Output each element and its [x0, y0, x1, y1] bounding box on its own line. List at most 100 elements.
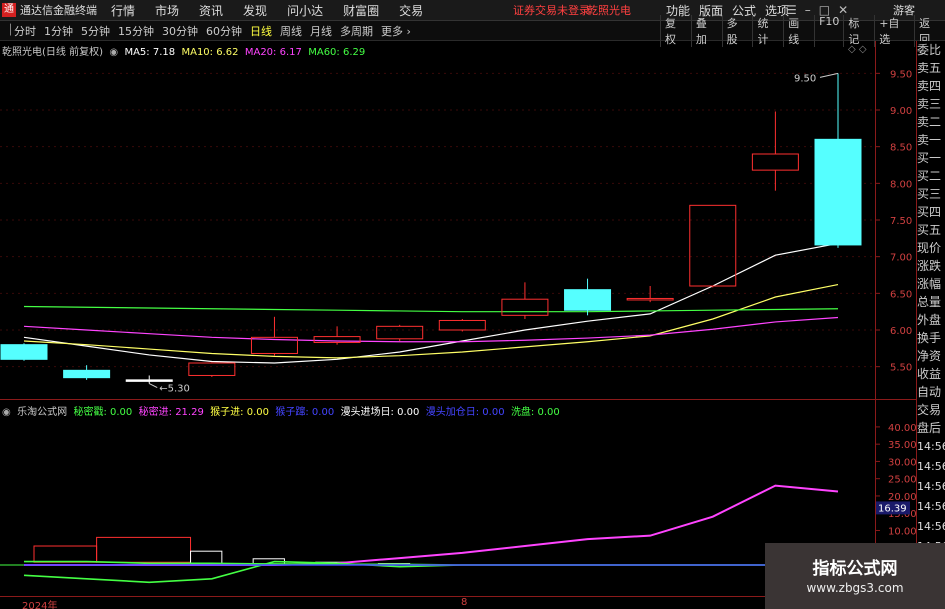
- watermark-title: 指标公式网: [812, 559, 898, 579]
- candlestick[interactable]: [188, 362, 236, 377]
- menu-item-news[interactable]: 资讯: [199, 2, 223, 19]
- login-notice[interactable]: 证券交易未登录: [513, 2, 590, 18]
- candle-body: [0, 344, 48, 360]
- side-panel-item[interactable]: 卖三: [917, 95, 945, 113]
- price-tick-label: 9.50: [890, 69, 912, 80]
- period-daily[interactable]: 日线: [250, 23, 272, 39]
- period-60min[interactable]: 60分钟: [206, 23, 242, 39]
- candlestick[interactable]: [0, 343, 48, 361]
- chevron-right-icon: ›: [403, 24, 411, 38]
- price-axis: 9.50 9.00 8.50 8.00 7.50 7.00 6.50 6.00 5.50: [876, 69, 912, 374]
- watermark-badge: 指标公式网 www.zbgs3.com: [765, 543, 945, 609]
- side-panel-item[interactable]: 买三: [917, 185, 945, 203]
- menu-item-trade[interactable]: 交易: [399, 2, 423, 19]
- price-tick-label: 9.00: [890, 106, 912, 117]
- price-tick-label: 8.00: [890, 179, 912, 190]
- side-panel-mode[interactable]: 自动: [917, 383, 945, 401]
- candle-body: [626, 297, 674, 301]
- candle-body: [814, 138, 862, 246]
- high-marker-line: [819, 72, 839, 78]
- side-panel-item[interactable]: 买二: [917, 167, 945, 185]
- indicator-title: 乐淘公式网: [17, 407, 68, 418]
- candlestick-chart[interactable]: 9.50 ←5.30 ◇ ◇: [0, 41, 875, 399]
- side-panel-item[interactable]: 涨跌: [917, 257, 945, 275]
- side-panel-item[interactable]: 委比: [917, 41, 945, 59]
- price-tick-label: 8.50: [890, 143, 912, 154]
- toolbar-toggle-icon[interactable]: ▕: [0, 25, 14, 36]
- candlestick[interactable]: [751, 111, 799, 191]
- price-tick-label: 7.50: [890, 216, 912, 227]
- candlestick[interactable]: [501, 282, 549, 319]
- candle-body: [188, 362, 236, 376]
- side-panel-item[interactable]: 买五: [917, 221, 945, 239]
- price-tick-label: 6.00: [890, 326, 912, 337]
- indicator-item: 漫头进场日: 0.00: [340, 407, 420, 418]
- period-toolbar: ▕ 分时 1分钟 5分钟 15分钟 30分钟 60分钟 日线 周线 月线 多周期…: [0, 14, 945, 47]
- period-15min[interactable]: 15分钟: [118, 23, 154, 39]
- indicator-tick-label: 30.00: [888, 457, 916, 468]
- side-panel-item[interactable]: 涨幅: [917, 275, 945, 293]
- side-panel-item[interactable]: 卖四: [917, 77, 945, 95]
- candlestick[interactable]: [626, 286, 674, 303]
- candlestick[interactable]: [63, 365, 111, 380]
- indicator-item: 洗盘: 0.00: [510, 407, 560, 418]
- watermark-url: www.zbgs3.com: [806, 581, 904, 595]
- side-panel-item[interactable]: 总量: [917, 293, 945, 311]
- side-panel-mode[interactable]: 交易: [917, 401, 945, 419]
- menu-item-wealth[interactable]: 财富圈: [343, 2, 379, 19]
- indicator-chart[interactable]: [0, 418, 875, 596]
- candlestick[interactable]: [814, 73, 862, 248]
- menu-item-market[interactable]: 市场: [155, 2, 179, 19]
- side-panel-item[interactable]: 净资: [917, 347, 945, 365]
- period-30min[interactable]: 30分钟: [162, 23, 198, 39]
- candle-body: [438, 319, 486, 331]
- low-marker-line: [149, 383, 158, 388]
- candlestick[interactable]: [250, 316, 298, 356]
- candlestick[interactable]: [438, 319, 486, 332]
- indicator-dropdown-icon[interactable]: ◉: [2, 407, 14, 418]
- ma-line-ma5: [23, 242, 839, 364]
- side-panel-item[interactable]: 收益: [917, 365, 945, 383]
- period-intraday[interactable]: 分时: [14, 23, 36, 39]
- side-panel-item[interactable]: 卖一: [917, 131, 945, 149]
- menu-item-quotes[interactable]: 行情: [111, 2, 135, 19]
- candlestick[interactable]: [376, 324, 424, 341]
- menu-item-discover[interactable]: 发现: [243, 2, 267, 19]
- side-panel-item[interactable]: 外盘: [917, 311, 945, 329]
- candlestick[interactable]: [564, 278, 612, 316]
- side-panel-item[interactable]: 买一: [917, 149, 945, 167]
- indicator-item: 漫头加仓日: 0.00: [425, 407, 505, 418]
- period-5min[interactable]: 5分钟: [81, 23, 110, 39]
- side-panel-mode[interactable]: 盘后: [917, 419, 945, 437]
- price-tick-label: 6.50: [890, 289, 912, 300]
- side-panel-time: 14:56: [917, 480, 945, 493]
- side-panel-item[interactable]: 卖五: [917, 59, 945, 77]
- app-title: 通达信金融终端: [20, 4, 97, 17]
- price-tick-label: 7.00: [890, 253, 912, 264]
- candlestick[interactable]: [689, 204, 737, 288]
- period-more[interactable]: 更多 ›: [381, 23, 411, 39]
- candle-body: [63, 369, 111, 379]
- candle-body: [751, 153, 799, 171]
- side-panel-item[interactable]: 卖二: [917, 113, 945, 131]
- menu-item-ask[interactable]: 问小达: [287, 2, 323, 19]
- indicator-item: 秘密进: 21.29: [138, 407, 204, 418]
- side-panel-time: 14:56: [917, 440, 945, 453]
- chart-settings-icon[interactable]: ◇ ◇: [848, 44, 867, 55]
- price-tick-label: 5.50: [890, 363, 912, 374]
- indicator-tick-label: 35.00: [888, 440, 916, 451]
- side-panel-item[interactable]: 买四: [917, 203, 945, 221]
- candle-body: [501, 298, 549, 316]
- period-more-label: 更多: [381, 24, 403, 38]
- candlestick[interactable]: [125, 375, 173, 384]
- period-multi[interactable]: 多周期: [340, 23, 373, 39]
- low-marker-label: ←5.30: [159, 384, 190, 395]
- period-weekly[interactable]: 周线: [280, 23, 302, 39]
- panel-separator: [0, 399, 916, 400]
- app-logo-icon: 通: [2, 3, 16, 17]
- side-panel-item[interactable]: 换手: [917, 329, 945, 347]
- candlestick[interactable]: [313, 326, 361, 345]
- side-panel-item[interactable]: 现价: [917, 239, 945, 257]
- period-monthly[interactable]: 月线: [310, 23, 332, 39]
- period-1min[interactable]: 1分钟: [44, 23, 73, 39]
